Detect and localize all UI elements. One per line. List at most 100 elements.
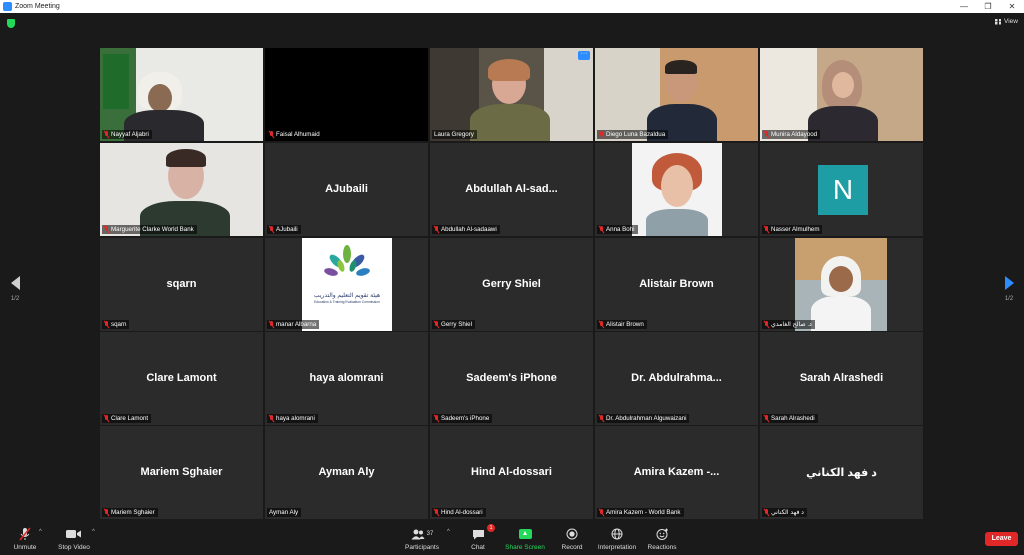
participant-name-label: Marguerite Clarke World Bank [102, 225, 197, 234]
participant-tile[interactable]: AJubaili AJubaili [265, 143, 428, 236]
mic-muted-icon [434, 321, 439, 328]
mic-muted-icon [104, 226, 109, 233]
chat-label: Chat [471, 544, 485, 551]
participant-name-label: Laura Gregory [432, 130, 477, 139]
zoom-app-icon [3, 2, 12, 11]
participant-tile[interactable]: Abdullah Al-sad... Abdullah Al-sadaawi [430, 143, 593, 236]
encryption-shield-icon[interactable] [7, 19, 15, 28]
participant-tile[interactable]: Gerry Shiel Gerry Shiel [430, 238, 593, 331]
page-indicator-right: 1/2 [1004, 296, 1014, 302]
unmute-button[interactable]: Unmute [12, 527, 38, 551]
participant-tile[interactable]: Ayman Aly Ayman Aly [265, 426, 428, 519]
mic-muted-icon [434, 226, 439, 233]
participant-name-label: Nasser Almulhem [762, 225, 823, 234]
participant-tile-active-speaker[interactable]: ··· Laura Gregory [430, 48, 593, 141]
maximize-button[interactable]: ❐ [976, 0, 1000, 13]
participant-name-label: Amira Kazem - World Bank [597, 508, 684, 517]
mic-muted-icon [269, 321, 274, 328]
participant-tile[interactable]: Diego Luna Bazaldua [595, 48, 758, 141]
stop-video-button[interactable]: Stop Video [56, 527, 92, 551]
participants-button[interactable]: 37 Participants [402, 527, 442, 551]
more-options-button[interactable]: ··· [578, 50, 590, 60]
participant-display-name: Abdullah Al-sad... [465, 183, 558, 195]
mic-muted-icon [764, 131, 769, 138]
participant-name-label: د فهد الكناني [762, 508, 807, 517]
participant-name-label: AJubaili [267, 225, 301, 234]
participant-name-label: manar Albarna [267, 320, 320, 329]
mic-muted-icon [764, 415, 769, 422]
participant-tile[interactable]: د فهد الكناني د فهد الكناني [760, 426, 923, 519]
audio-options-caret[interactable]: ^ [39, 529, 42, 535]
participant-tile[interactable]: Mariem Sghaier Mariem Sghaier [100, 426, 263, 519]
participant-tile[interactable]: Alistair Brown Alistair Brown [595, 238, 758, 331]
window-titlebar: Zoom Meeting — ❐ ✕ [0, 0, 1024, 13]
page-indicator-left: 1/2 [10, 296, 20, 302]
participant-tile[interactable]: Dr. Abdulrahma... Dr. Abdulrahman Alguwa… [595, 332, 758, 425]
participant-tile[interactable]: Sadeem's iPhone Sadeem's iPhone [430, 332, 593, 425]
window-title: Zoom Meeting [15, 3, 60, 10]
interpretation-button[interactable]: Interpretation [596, 527, 638, 551]
participant-tile[interactable]: Amira Kazem -... Amira Kazem - World Ban… [595, 426, 758, 519]
prev-page-button[interactable]: 1/2 [8, 276, 22, 302]
participant-avatar: N [818, 165, 868, 215]
mic-muted-icon [599, 131, 604, 138]
participant-tile[interactable]: Clare Lamont Clare Lamont [100, 332, 263, 425]
minimize-button[interactable]: — [952, 0, 976, 13]
organization-logo: هيئة تقويم التعليم والتدريب Education & … [302, 238, 392, 331]
participant-tile[interactable]: Munira Aldayood [760, 48, 923, 141]
participant-video [100, 143, 263, 236]
reactions-button[interactable]: Reactions [646, 527, 678, 551]
mic-muted-icon [12, 527, 38, 541]
mic-muted-icon [269, 131, 274, 138]
participant-tile[interactable]: Nayyaf Aljabri [100, 48, 263, 141]
view-button[interactable]: View [995, 18, 1018, 25]
chat-button[interactable]: 1 Chat [466, 524, 495, 551]
next-page-button[interactable]: 1/2 [1002, 276, 1016, 302]
share-screen-label: Share Screen [505, 544, 545, 551]
share-screen-icon [518, 529, 532, 539]
participant-photo [632, 143, 722, 236]
participant-name-label: Anna Bohi [597, 225, 638, 234]
participant-tile[interactable]: Marguerite Clarke World Bank [100, 143, 263, 236]
participant-video [760, 48, 923, 141]
video-camera-icon [56, 527, 92, 541]
participant-display-name: Hind Al-dossari [471, 466, 552, 478]
participant-name-label: Diego Luna Bazaldua [597, 130, 669, 139]
meeting-toolbar: Unmute ^ Stop Video ^ 37 Participants ^ … [0, 523, 1024, 555]
mic-muted-icon [269, 226, 274, 233]
participant-tile[interactable]: N Nasser Almulhem [760, 143, 923, 236]
participant-name-label: Munira Aldayood [762, 130, 821, 139]
participant-name-label: Sadeem's iPhone [432, 414, 493, 423]
participant-tile[interactable]: د. صالح الغامدي [760, 238, 923, 331]
participant-tile[interactable]: Sarah Alrashedi Sarah Alrashedi [760, 332, 923, 425]
leave-meeting-button[interactable]: Leave [985, 532, 1018, 546]
participant-display-name: AJubaili [325, 183, 368, 195]
stop-video-label: Stop Video [58, 544, 90, 551]
participant-display-name: Gerry Shiel [482, 278, 541, 290]
record-button[interactable]: Record [559, 527, 585, 551]
participants-options-caret[interactable]: ^ [447, 529, 450, 535]
video-options-caret[interactable]: ^ [92, 529, 95, 535]
participant-name-label: Abdullah Al-sadaawi [432, 225, 500, 234]
participant-name-label: Hind Al-dossari [432, 508, 486, 517]
participant-display-name: Dr. Abdulrahma... [631, 372, 722, 384]
participant-display-name: haya alomrani [309, 372, 384, 384]
participant-name-label: Sarah Alrashedi [762, 414, 818, 423]
saudi-flag-icon [103, 54, 129, 109]
participant-tile[interactable]: Faisal Alhumaid [265, 48, 428, 141]
mic-muted-icon [599, 415, 604, 422]
participant-tile[interactable]: haya alomrani haya alomrani [265, 332, 428, 425]
arrow-left-icon [10, 276, 20, 290]
participant-tile[interactable]: Hind Al-dossari Hind Al-dossari [430, 426, 593, 519]
share-screen-button[interactable]: Share Screen [504, 527, 546, 551]
close-button[interactable]: ✕ [1000, 0, 1024, 13]
participants-count: 37 [426, 531, 434, 537]
participant-tile[interactable]: sqarn sqarn [100, 238, 263, 331]
participant-tile[interactable]: Anna Bohi [595, 143, 758, 236]
mic-muted-icon [764, 226, 769, 233]
participant-display-name: Amira Kazem -... [633, 466, 720, 478]
participants-icon [411, 529, 425, 539]
participant-tile[interactable]: هيئة تقويم التعليم والتدريب Education & … [265, 238, 428, 331]
participant-display-name: Sarah Alrashedi [799, 372, 884, 384]
participant-name-label: Alistair Brown [597, 320, 647, 329]
